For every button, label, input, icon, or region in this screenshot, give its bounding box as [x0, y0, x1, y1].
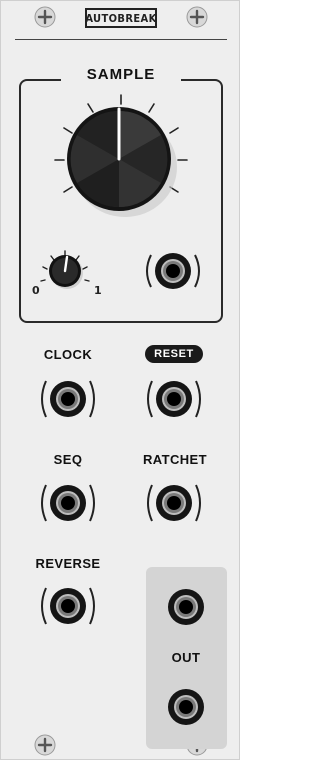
clock-label: CLOCK [43, 347, 93, 362]
attenuverter-knob[interactable] [35, 249, 99, 297]
module-title: AUTOBREAK [85, 8, 157, 28]
attenuverter-max-label: 1 [94, 284, 102, 297]
attenuverter-min-label: 0 [32, 284, 40, 297]
output-jack-2[interactable] [162, 683, 210, 731]
module-panel: AUTOBREAK SAMPLE 0 1 CLOCK RESET SEQ RAT… [0, 0, 240, 760]
seq-jack[interactable] [36, 477, 100, 529]
ratchet-jack[interactable] [142, 477, 206, 529]
reset-jack[interactable] [142, 373, 206, 425]
reset-label-badge: RESET [145, 345, 203, 363]
seq-label: SEQ [53, 452, 83, 467]
sample-cv-jack[interactable] [141, 247, 205, 295]
sample-knob[interactable] [51, 93, 191, 217]
module-title-badge: AUTOBREAK [85, 8, 157, 28]
header-divider [15, 39, 227, 40]
clock-jack[interactable] [36, 373, 100, 425]
output-jack-1[interactable] [162, 583, 210, 631]
reverse-jack[interactable] [36, 580, 100, 632]
sample-section-title: SAMPLE [61, 65, 181, 85]
screw-icon [186, 6, 208, 28]
reverse-label: REVERSE [35, 556, 101, 571]
ratchet-label: RATCHET [143, 452, 207, 467]
out-label: OUT [171, 650, 201, 665]
screw-icon [34, 734, 56, 756]
screw-icon [34, 6, 56, 28]
